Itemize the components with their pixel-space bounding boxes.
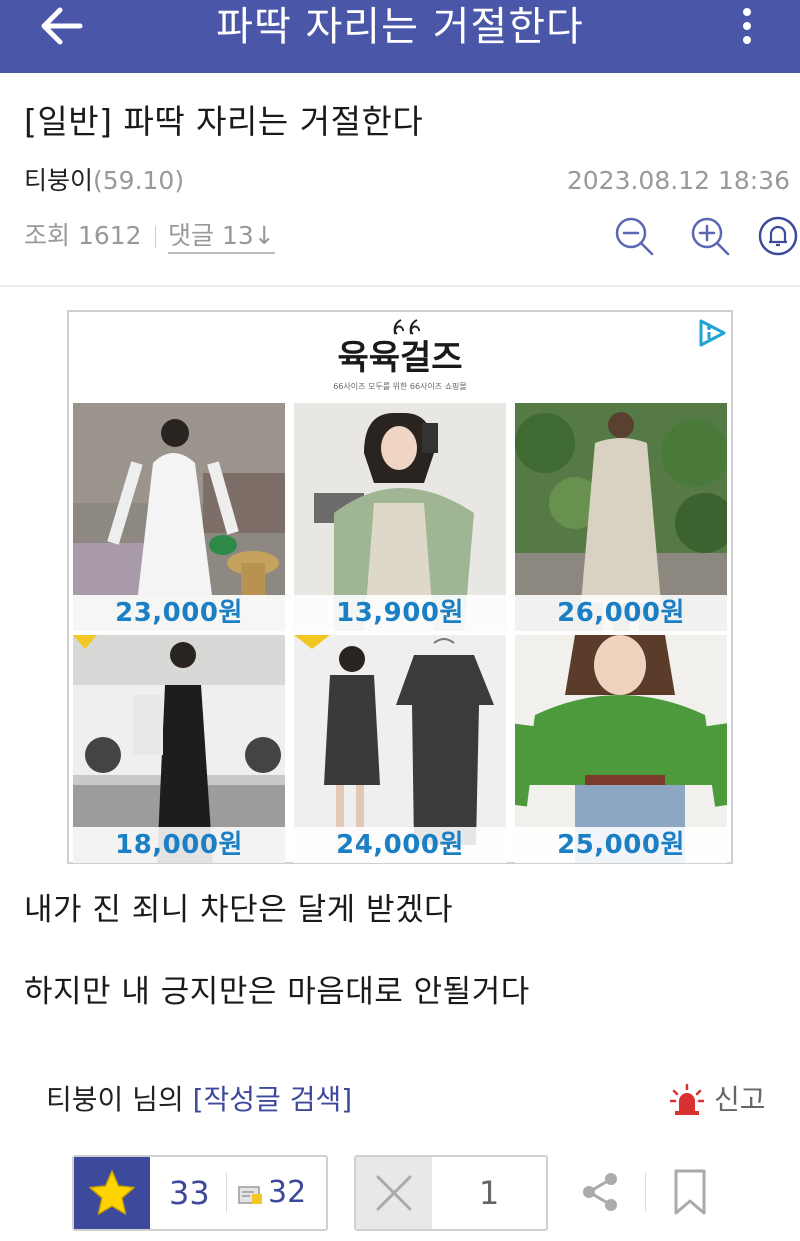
header-divider	[0, 285, 800, 287]
product-price: 23,000원	[115, 598, 243, 628]
bookmark-button[interactable]	[672, 1168, 708, 1216]
siren-icon	[670, 1083, 704, 1115]
star-icon	[89, 1170, 135, 1215]
more-options-button[interactable]	[732, 4, 762, 48]
not-recommend-button[interactable]	[356, 1157, 432, 1229]
post-body-line: 하지만 내 긍지만은 마음대로 안될거다	[24, 974, 530, 1010]
product-price: 25,000원	[557, 830, 685, 860]
zoom-in-icon	[691, 217, 730, 256]
top-app-bar: 파딱 자리는 거절한다	[0, 0, 800, 73]
author-name[interactable]: 티붕이	[24, 166, 93, 195]
brand-mark-icon	[393, 319, 420, 335]
recommend-button[interactable]	[74, 1157, 150, 1229]
ad-product-card[interactable]: 18,000원	[73, 635, 285, 863]
ad-product-card[interactable]: 23,000원	[73, 403, 285, 631]
notification-button[interactable]	[756, 214, 800, 258]
app-bar-title: 파딱 자리는 거절한다	[216, 4, 584, 50]
zoom-in-button[interactable]	[688, 214, 732, 258]
zoom-out-icon	[615, 217, 654, 256]
report-label: 신고	[714, 1083, 766, 1116]
ad-product-card[interactable]: 24,000원	[294, 635, 506, 863]
divider	[645, 1172, 646, 1212]
bookmark-icon	[674, 1169, 706, 1215]
ad-product-card[interactable]: 25,000원	[515, 635, 727, 863]
advertisement-banner[interactable]: 육육걸즈 66사이즈 모두를 위한 66사이즈 쇼핑몰 23,000원 13,9…	[67, 310, 733, 864]
product-price: 26,000원	[557, 598, 685, 628]
post-date: 2023.08.12 18:36	[566, 166, 790, 195]
comments-link[interactable]: 댓글 13↓	[168, 220, 275, 254]
view-count: 조회 1612	[24, 221, 142, 250]
ad-product-card[interactable]: 26,000원	[515, 403, 727, 631]
post-author[interactable]: 티붕이(59.10)	[24, 165, 184, 197]
zoom-out-button[interactable]	[612, 214, 656, 258]
product-price: 24,000원	[336, 830, 464, 860]
share-button[interactable]	[578, 1170, 622, 1214]
ad-brand-name: 육육걸즈	[337, 338, 463, 378]
author-posts-row: 티붕이 님의 [작성글 검색]	[46, 1080, 352, 1120]
not-recommend-box: 1	[354, 1155, 548, 1231]
ad-product-card[interactable]: 13,900원	[294, 403, 506, 631]
scrap-count: 32	[268, 1175, 307, 1210]
author-score: (59.10)	[93, 166, 185, 195]
share-icon	[583, 1173, 617, 1211]
ad-info-button[interactable]	[697, 318, 727, 348]
recommend-box: 33 32	[72, 1155, 328, 1231]
divider	[226, 1173, 227, 1213]
ad-choices-icon	[699, 319, 726, 347]
close-icon	[376, 1175, 412, 1211]
not-recommend-count: 1	[478, 1174, 500, 1212]
bell-icon	[758, 216, 798, 256]
product-price: 18,000원	[115, 830, 243, 860]
recommend-count: 33	[169, 1174, 210, 1212]
ad-tagline: 66사이즈 모두를 위한 66사이즈 쇼핑몰	[333, 382, 467, 391]
product-price: 13,900원	[336, 598, 464, 628]
divider	[155, 226, 156, 248]
post-title: [일반] 파딱 자리는 거절한다	[24, 102, 424, 141]
more-vertical-icon	[743, 8, 751, 44]
author-posts-search-link[interactable]: [작성글 검색]	[193, 1083, 353, 1116]
scrap-icon	[238, 1186, 262, 1204]
author-posts-prefix: 티붕이 님의	[46, 1083, 193, 1116]
post-body-line: 내가 진 죄니 차단은 달게 받겠다	[24, 892, 454, 928]
